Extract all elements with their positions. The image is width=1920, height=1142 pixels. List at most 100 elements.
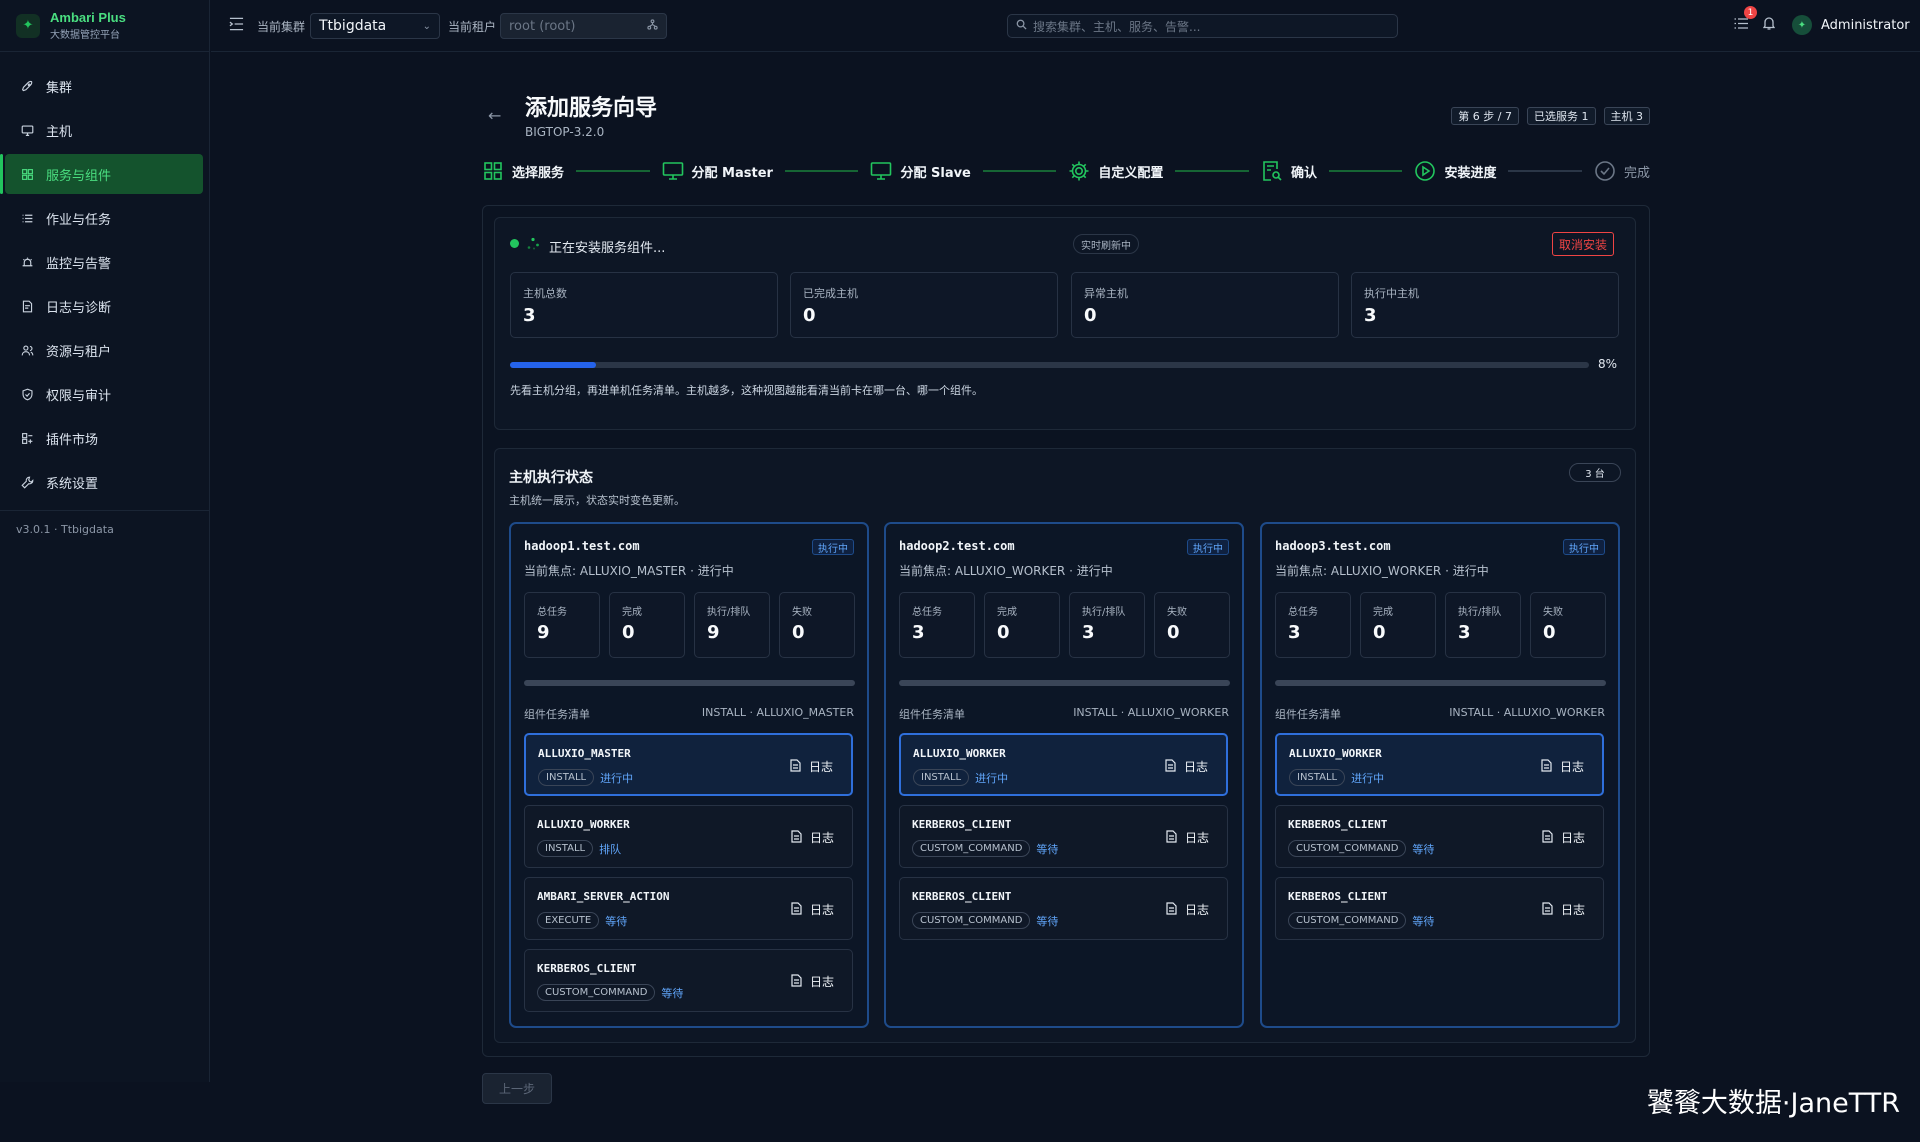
host-focus: 当前焦点: ALLUXIO_MASTER · 进行中 — [524, 564, 734, 578]
bell-icon[interactable] — [1762, 16, 1776, 34]
log-button[interactable]: 日志 — [791, 829, 834, 846]
metric-total: 总任务 3 — [899, 592, 975, 658]
sidebar-item-cluster[interactable]: 集群 — [5, 66, 203, 106]
task-name: ALLUXIO_WORKER — [913, 747, 1006, 760]
task-item[interactable]: ALLUXIO_MASTER INSTALL 进行中 日志 — [524, 733, 853, 796]
previous-step-button[interactable]: 上一步 — [482, 1073, 552, 1104]
metric-total: 总任务 3 — [1275, 592, 1351, 658]
log-button[interactable]: 日志 — [790, 758, 833, 775]
task-item[interactable]: ALLUXIO_WORKER INSTALL 排队 日志 — [524, 805, 853, 868]
metric-value: 9 — [537, 622, 550, 643]
task-item[interactable]: ALLUXIO_WORKER INSTALL 进行中 日志 — [899, 733, 1228, 796]
task-name: KERBEROS_CLIENT — [1288, 818, 1388, 831]
step-select-services[interactable]: 选择服务 — [482, 160, 564, 182]
log-button[interactable]: 日志 — [1166, 901, 1209, 918]
install-progress-percent: 8% — [1598, 357, 1618, 371]
sidebar-item-resources[interactable]: 资源与租户 — [5, 330, 203, 370]
task-item[interactable]: ALLUXIO_WORKER INSTALL 进行中 日志 — [1275, 733, 1604, 796]
metric-value: 3 — [1458, 622, 1471, 643]
play-icon — [1414, 160, 1436, 182]
metric-done: 完成 0 — [1360, 592, 1436, 658]
step-connector — [1508, 170, 1582, 172]
task-type: CUSTOM_COMMAND — [1288, 840, 1407, 857]
step-label: 自定义配置 — [1098, 165, 1164, 181]
task-state: 等待 — [1412, 914, 1435, 928]
task-list-label: 组件任务清单 — [899, 708, 965, 721]
sidebar-item-label: 系统设置 — [46, 476, 99, 492]
task-item[interactable]: KERBEROS_CLIENT CUSTOM_COMMAND 等待 日志 — [899, 805, 1228, 868]
sidebar-item-settings[interactable]: 系统设置 — [5, 462, 203, 502]
logo-icon: ✦ — [16, 13, 40, 38]
document-icon — [1542, 901, 1553, 918]
host-card-hadoop1[interactable]: hadoop1.test.com 执行中 当前焦点: ALLUXIO_MASTE… — [509, 522, 869, 1028]
step-install-progress[interactable]: 安装进度 — [1414, 160, 1496, 182]
cluster-select-value: Ttbigdata — [319, 18, 387, 34]
sidebar-item-permissions[interactable]: 权限与审计 — [5, 374, 203, 414]
tasks-icon[interactable] — [1734, 17, 1748, 34]
tenant-value: root (root) — [509, 18, 576, 34]
metric-label: 执行/排队 — [1458, 607, 1502, 618]
kpi-label: 主机总数 — [523, 287, 567, 300]
task-state: 进行中 — [600, 771, 634, 785]
brand-name: Ambari Plus — [50, 10, 126, 25]
step-assign-slave[interactable]: 分配 Slave — [870, 160, 971, 182]
host-card-hadoop3[interactable]: hadoop3.test.com 执行中 当前焦点: ALLUXIO_WORKE… — [1260, 522, 1620, 1028]
task-state: 进行中 — [975, 771, 1009, 785]
kpi-label: 异常主机 — [1084, 287, 1128, 300]
sidebar-item-hosts[interactable]: 主机 — [5, 110, 203, 150]
log-button[interactable]: 日志 — [1542, 901, 1585, 918]
sidebar-item-monitor[interactable]: 监控与告警 — [5, 242, 203, 282]
watermark: 饕餮大数据·JaneTTR — [1646, 1088, 1900, 1119]
log-button[interactable]: 日志 — [1165, 758, 1208, 775]
kpi-label: 执行中主机 — [1364, 287, 1419, 300]
sidebar-item-label: 权限与审计 — [46, 388, 112, 404]
global-search-input[interactable]: 搜索集群、主机、服务、告警... — [1007, 14, 1398, 38]
host-name: hadoop3.test.com — [1275, 539, 1391, 553]
step-connector — [1175, 170, 1249, 172]
task-item[interactable]: KERBEROS_CLIENT CUSTOM_COMMAND 等待 日志 — [1275, 805, 1604, 868]
metric-value: 3 — [1082, 622, 1095, 643]
host-card-hadoop2[interactable]: hadoop2.test.com 执行中 当前焦点: ALLUXIO_WORKE… — [884, 522, 1244, 1028]
log-button[interactable]: 日志 — [1542, 829, 1585, 846]
host-progress-bar — [524, 680, 855, 686]
host-focus: 当前焦点: ALLUXIO_WORKER · 进行中 — [1275, 564, 1489, 578]
tenant-field[interactable]: root (root) — [500, 13, 667, 39]
task-item[interactable]: KERBEROS_CLIENT CUSTOM_COMMAND 等待 日志 — [1275, 877, 1604, 940]
avatar[interactable]: ✦ — [1792, 15, 1812, 35]
menu-toggle-icon[interactable] — [229, 17, 244, 35]
task-item[interactable]: KERBEROS_CLIENT CUSTOM_COMMAND 等待 日志 — [899, 877, 1228, 940]
tenant-label: 当前租户 — [448, 20, 497, 34]
step-custom-config[interactable]: 自定义配置 — [1068, 160, 1163, 182]
hosts-count-badge: 3 台 — [1569, 463, 1621, 482]
sidebar-item-label: 资源与租户 — [46, 344, 112, 360]
task-item[interactable]: AMBARI_SERVER_ACTION EXECUTE 等待 日志 — [524, 877, 853, 940]
task-name: ALLUXIO_WORKER — [537, 818, 630, 831]
kpi-value: 3 — [1364, 305, 1377, 326]
step-assign-master[interactable]: 分配 Master — [662, 160, 773, 182]
log-button[interactable]: 日志 — [1541, 758, 1584, 775]
sidebar-item-plugins[interactable]: 插件市场 — [5, 418, 203, 458]
cluster-select[interactable]: Ttbigdata ⌄ — [310, 13, 440, 39]
task-name: KERBEROS_CLIENT — [1288, 890, 1388, 903]
brand[interactable]: ✦ Ambari Plus 大数据管控平台 — [0, 0, 209, 52]
log-button[interactable]: 日志 — [791, 901, 834, 918]
task-name: AMBARI_SERVER_ACTION — [537, 890, 670, 903]
log-button[interactable]: 日志 — [791, 973, 834, 990]
document-icon — [1542, 829, 1553, 846]
metric-label: 执行/排队 — [1082, 607, 1126, 618]
back-arrow-icon[interactable]: ← — [488, 106, 501, 125]
task-item[interactable]: KERBEROS_CLIENT CUSTOM_COMMAND 等待 日志 — [524, 949, 853, 1012]
document-icon — [1165, 758, 1176, 775]
sidebar-item-services[interactable]: 服务与组件 — [0, 154, 203, 194]
metric-label: 完成 — [622, 607, 642, 618]
step-badge: 第 6 步 / 7 — [1451, 107, 1519, 125]
sidebar-item-logs[interactable]: 日志与诊断 — [5, 286, 203, 326]
step-finish[interactable]: 完成 — [1594, 160, 1650, 182]
metric-value: 0 — [792, 622, 805, 643]
user-name[interactable]: Administrator — [1821, 18, 1910, 33]
cancel-install-button[interactable]: 取消安装 — [1552, 232, 1615, 256]
sidebar-item-jobs[interactable]: 作业与任务 — [5, 198, 203, 238]
metric-running: 执行/排队 3 — [1069, 592, 1145, 658]
step-confirm[interactable]: 确认 — [1261, 160, 1317, 182]
log-button[interactable]: 日志 — [1166, 829, 1209, 846]
